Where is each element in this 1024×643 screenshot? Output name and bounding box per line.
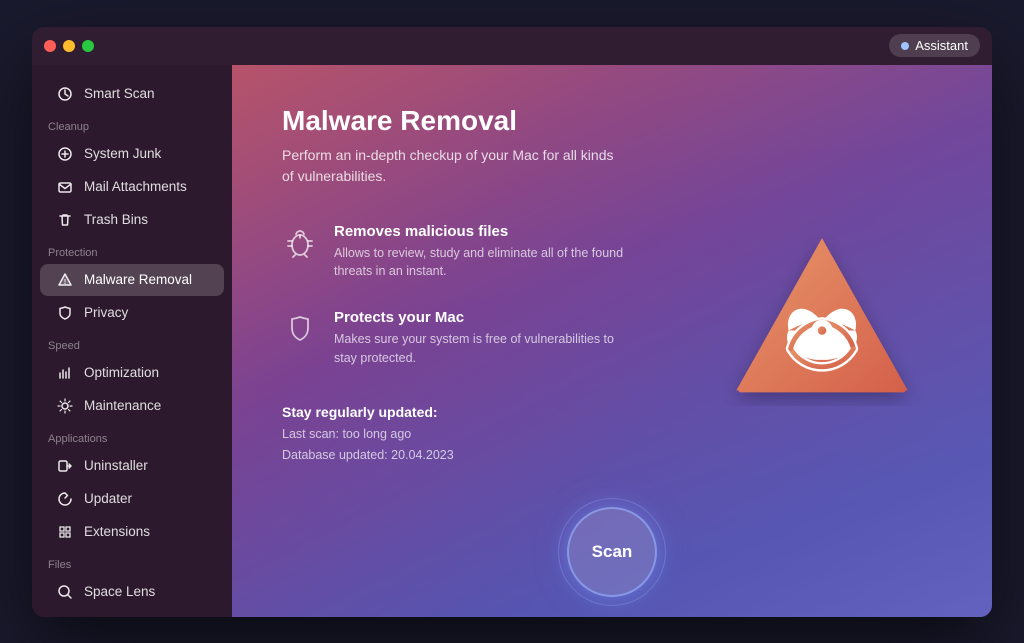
- sidebar-item-label: Extensions: [84, 524, 150, 539]
- feature-1-heading: Removes malicious files: [334, 223, 634, 240]
- sidebar-item-label: System Junk: [84, 146, 161, 161]
- sidebar-item-label: Malware Removal: [84, 272, 192, 287]
- sidebar-item-privacy[interactable]: Privacy: [40, 297, 224, 329]
- close-button[interactable]: [44, 40, 56, 52]
- optimization-icon: [56, 364, 74, 382]
- biohazard-icon: [712, 221, 932, 421]
- uninstaller-icon: [56, 457, 74, 475]
- sidebar-item-smart-scan[interactable]: Smart Scan: [40, 78, 224, 110]
- page-subtitle: Perform an in-depth checkup of your Mac …: [282, 145, 622, 187]
- sidebar-item-label: Space Lens: [84, 584, 155, 599]
- sidebar-item-label: Updater: [84, 491, 132, 506]
- last-scan-text: Last scan: too long ago: [282, 424, 942, 445]
- scan-button-label: Scan: [592, 542, 633, 562]
- files-section-label: Files: [32, 549, 232, 575]
- sidebar-item-label: Optimization: [84, 365, 159, 380]
- sidebar-item-extensions[interactable]: Extensions: [40, 516, 224, 548]
- system-junk-icon: [56, 145, 74, 163]
- sidebar-item-updater[interactable]: Updater: [40, 483, 224, 515]
- titlebar: Assistant: [32, 27, 992, 65]
- applications-section-label: Applications: [32, 423, 232, 449]
- feature-2-description: Makes sure your system is free of vulner…: [334, 330, 634, 368]
- sidebar-item-uninstaller[interactable]: Uninstaller: [40, 450, 224, 482]
- scan-button-area: Scan: [567, 507, 657, 597]
- sidebar-item-label: Trash Bins: [84, 212, 148, 227]
- sidebar-item-malware-removal[interactable]: ! Malware Removal: [40, 264, 224, 296]
- sidebar-item-maintenance[interactable]: Maintenance: [40, 390, 224, 422]
- sidebar-item-label: Smart Scan: [84, 86, 155, 101]
- minimize-button[interactable]: [63, 40, 75, 52]
- shield-icon: [282, 311, 318, 347]
- sidebar-item-label: Maintenance: [84, 398, 161, 413]
- mail-icon: [56, 178, 74, 196]
- malware-icon: !: [56, 271, 74, 289]
- db-updated-text: Database updated: 20.04.2023: [282, 445, 942, 466]
- feature-1-description: Allows to review, study and eliminate al…: [334, 244, 634, 282]
- sidebar-item-label: Mail Attachments: [84, 179, 187, 194]
- biohazard-container: [712, 221, 932, 421]
- feature-removes-malicious: Removes malicious files Allows to review…: [282, 223, 682, 282]
- privacy-icon: [56, 304, 74, 322]
- bug-icon: [282, 225, 318, 261]
- feature-protects-mac: Protects your Mac Makes sure your system…: [282, 309, 682, 368]
- cleanup-section-label: Cleanup: [32, 111, 232, 137]
- sidebar-item-label: Privacy: [84, 305, 128, 320]
- app-window: Assistant Smart Scan Cleanup: [32, 27, 992, 617]
- sidebar-item-mail-attachments[interactable]: Mail Attachments: [40, 171, 224, 203]
- extensions-icon: [56, 523, 74, 541]
- scan-button[interactable]: Scan: [567, 507, 657, 597]
- sidebar-item-large-old-files[interactable]: Large & Old Files: [40, 609, 224, 617]
- sidebar-item-trash-bins[interactable]: Trash Bins: [40, 204, 224, 236]
- trash-icon: [56, 211, 74, 229]
- sidebar-item-optimization[interactable]: Optimization: [40, 357, 224, 389]
- maintenance-icon: [56, 397, 74, 415]
- feature-2-heading: Protects your Mac: [334, 309, 634, 326]
- sidebar-item-space-lens[interactable]: Space Lens: [40, 576, 224, 608]
- sidebar-item-label: Uninstaller: [84, 458, 148, 473]
- speed-section-label: Speed: [32, 330, 232, 356]
- assistant-button[interactable]: Assistant: [889, 34, 980, 57]
- content-area: Smart Scan Cleanup System Junk: [32, 65, 992, 617]
- feature-1-text: Removes malicious files Allows to review…: [334, 223, 634, 282]
- svg-text:!: !: [64, 279, 66, 286]
- sidebar: Smart Scan Cleanup System Junk: [32, 65, 232, 617]
- features-list: Removes malicious files Allows to review…: [282, 223, 682, 368]
- feature-2-text: Protects your Mac Makes sure your system…: [334, 309, 634, 368]
- page-title: Malware Removal: [282, 105, 942, 137]
- maximize-button[interactable]: [82, 40, 94, 52]
- space-lens-icon: [56, 583, 74, 601]
- updater-icon: [56, 490, 74, 508]
- large-files-icon: [56, 616, 74, 617]
- sidebar-item-system-junk[interactable]: System Junk: [40, 138, 224, 170]
- update-details: Last scan: too long ago Database updated…: [282, 424, 942, 467]
- assistant-dot-icon: [901, 42, 909, 50]
- main-content: Malware Removal Perform an in-depth chec…: [232, 65, 992, 617]
- traffic-lights: [44, 40, 94, 52]
- smart-scan-icon: [56, 85, 74, 103]
- protection-section-label: Protection: [32, 237, 232, 263]
- assistant-label: Assistant: [915, 38, 968, 53]
